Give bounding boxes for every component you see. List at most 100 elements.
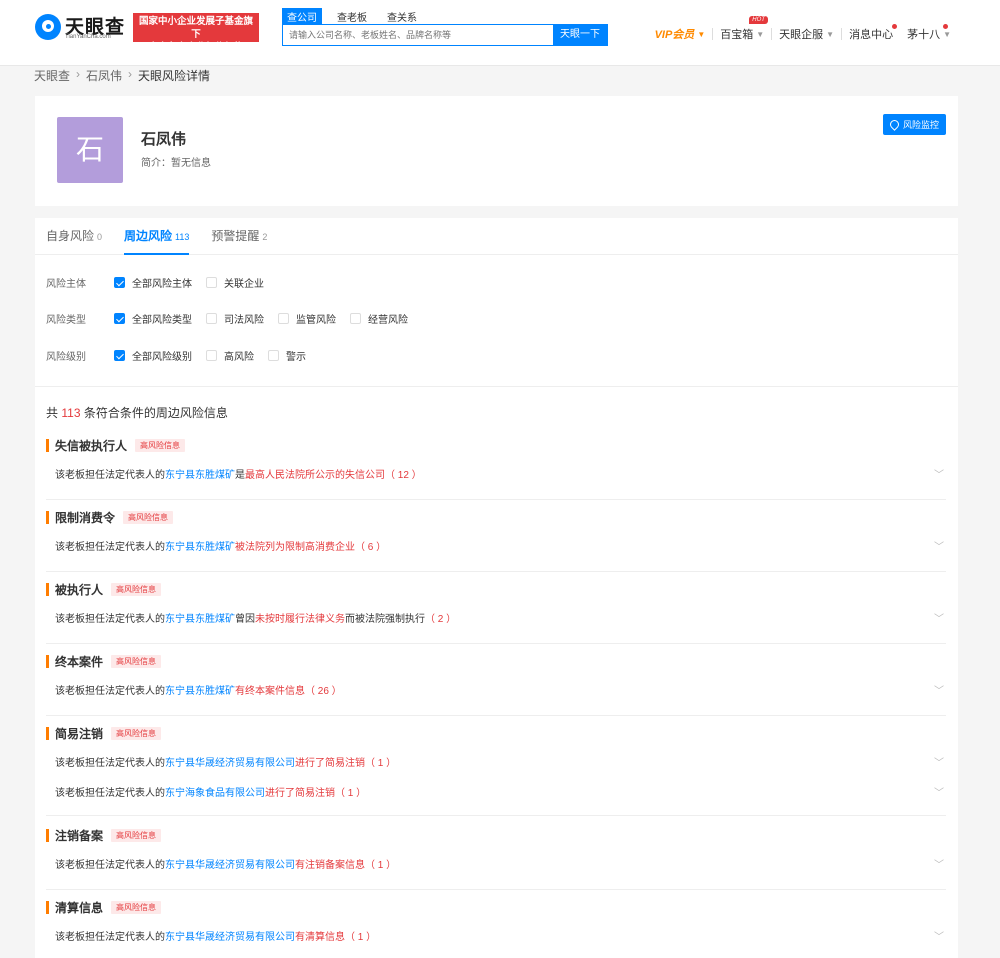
item-prefix: 该老板担任法定代表人的 — [55, 614, 165, 625]
checkbox-checked-icon[interactable] — [114, 277, 125, 288]
company-link[interactable]: 东宁县东胜煤矿 — [165, 542, 235, 553]
checkbox-icon[interactable] — [206, 277, 217, 288]
company-link[interactable]: 东宁县东胜煤矿 — [165, 470, 235, 481]
filter-option-judicial[interactable]: 司法风险 — [206, 311, 264, 326]
caret-down-icon: ▼ — [756, 29, 765, 39]
item-prefix: 该老板担任法定代表人的 — [55, 542, 165, 553]
filter-row-type: 风险类型 全部风险类型 司法风险 监管风险 经营风险 — [46, 311, 422, 326]
user-menu[interactable]: 茅十八 ▼ — [900, 24, 958, 42]
risk-section-consumption-limit: 限制消费令 高风险信息 该老板担任法定代表人的东宁县东胜煤矿被法院列为限制高消费企… — [46, 509, 946, 572]
risk-item[interactable]: 该老板担任法定代表人的东宁海象食品有限公司进行了简易注销（ 1 ） ﹀ — [46, 779, 946, 809]
breadcrumb: 天眼查 › 石凤伟 › 天眼风险详情 — [34, 67, 210, 84]
risk-item[interactable]: 该老板担任法定代表人的东宁县华晟经济贸易有限公司有注销备案信息（ 1 ） ﹀ — [46, 851, 946, 881]
filter-option-all-level[interactable]: 全部风险级别 — [114, 348, 192, 363]
risk-section-executed: 被执行人 高风险信息 该老板担任法定代表人的东宁县东胜煤矿曾因未按时履行法律义务而… — [46, 581, 946, 644]
tab-warning[interactable]: 预警提醒 2 — [211, 218, 267, 254]
breadcrumb-home[interactable]: 天眼查 — [34, 67, 70, 84]
search-tab-relation[interactable]: 查关系 — [382, 8, 422, 25]
company-link[interactable]: 东宁县华晟经济贸易有限公司 — [165, 860, 295, 871]
checkbox-icon[interactable] — [350, 313, 361, 324]
option-label: 警示 — [286, 352, 306, 363]
company-link[interactable]: 东宁海象食品有限公司 — [165, 788, 265, 799]
person-name: 石凤伟 — [141, 131, 187, 148]
baibao-menu[interactable]: 百宝箱 ▼ HOT — [713, 16, 771, 42]
tab-label: 自身风险 — [46, 229, 95, 243]
filter-label: 风险主体 — [46, 279, 86, 290]
section-name: 被执行人 — [55, 582, 104, 597]
search-input[interactable] — [283, 25, 553, 45]
risk-monitor-button[interactable]: 风险监控 — [882, 114, 946, 135]
risk-text: 未按时履行法律义务 — [255, 614, 345, 625]
section-marker — [46, 654, 49, 668]
company-link[interactable]: 东宁县东胜煤矿 — [165, 686, 235, 697]
search-button[interactable]: 天眼一下 — [553, 25, 607, 45]
option-label: 全部风险级别 — [132, 352, 192, 363]
risk-item[interactable]: 该老板担任法定代表人的东宁县东胜煤矿有终本案件信息（ 26 ） ﹀ — [46, 677, 946, 707]
risk-monitor-label: 风险监控 — [902, 120, 939, 130]
chevron-down-icon[interactable]: ﹀ — [934, 749, 944, 779]
risk-item[interactable]: 该老板担任法定代表人的东宁县东胜煤矿是最高人民法院所公示的失信公司（ 12 ） ﹀ — [46, 461, 946, 491]
search-tab-company[interactable]: 查公司 — [282, 8, 322, 25]
checkbox-icon[interactable] — [278, 313, 289, 324]
filter-option-warning[interactable]: 警示 — [268, 348, 306, 363]
section-title: 简易注销 高风险信息 — [46, 725, 946, 741]
tab-self-risk[interactable]: 自身风险 0 — [46, 218, 102, 254]
risk-count: （ 12 ） — [385, 470, 422, 481]
item-connector: 曾因 — [235, 614, 255, 625]
filter-option-high[interactable]: 高风险 — [206, 348, 254, 363]
chevron-down-icon[interactable]: ﹀ — [934, 533, 944, 563]
chevron-down-icon[interactable]: ﹀ — [934, 851, 944, 881]
chevron-down-icon[interactable]: ﹀ — [934, 461, 944, 491]
filter-label: 风险级别 — [46, 352, 86, 363]
checkbox-icon[interactable] — [206, 313, 217, 324]
risk-section-dishonest: 失信被执行人 高风险信息 该老板担任法定代表人的东宁县东胜煤矿是最高人民法院所公示… — [46, 437, 946, 500]
checkbox-checked-icon[interactable] — [114, 350, 125, 361]
high-risk-tag: 高风险信息 — [111, 582, 162, 596]
service-menu[interactable]: 天眼企服 ▼ — [772, 26, 841, 42]
badge-line-2: 官方备案企业征信机构 — [148, 42, 244, 53]
checkbox-icon[interactable] — [268, 350, 279, 361]
search-tab-boss[interactable]: 查老板 — [332, 8, 372, 25]
chevron-down-icon[interactable]: ﹀ — [934, 923, 944, 953]
logo[interactable]: 天眼查 TianYanCha.com — [35, 12, 125, 44]
risk-item[interactable]: 该老板担任法定代表人的东宁县华晟经济贸易有限公司有清算信息（ 1 ） ﹀ — [46, 923, 946, 953]
risk-text: 有终本案件信息 — [235, 686, 305, 697]
vip-menu[interactable]: VIP会员 ▼ — [648, 26, 713, 42]
filter-option-all-type[interactable]: 全部风险类型 — [114, 311, 192, 326]
notify-dot-icon — [943, 24, 948, 29]
company-link[interactable]: 东宁县东胜煤矿 — [165, 614, 235, 625]
filter-option-regulatory[interactable]: 监管风险 — [278, 311, 336, 326]
section-name: 清算信息 — [55, 900, 104, 915]
risk-tabs: 自身风险 0 周边风险 113 预警提醒 2 — [35, 218, 958, 255]
company-link[interactable]: 东宁县华晟经济贸易有限公司 — [165, 758, 295, 769]
chevron-down-icon[interactable]: ﹀ — [934, 605, 944, 635]
risk-text: 最高人民法院所公示的失信公司 — [245, 470, 385, 481]
option-label: 高风险 — [224, 352, 254, 363]
chevron-down-icon[interactable]: ﹀ — [934, 677, 944, 707]
filter-option-related[interactable]: 关联企业 — [206, 275, 264, 290]
message-center-link[interactable]: 消息中心 — [842, 24, 900, 42]
filter-option-all-subject[interactable]: 全部风险主体 — [114, 275, 192, 290]
tab-surrounding-risk[interactable]: 周边风险 113 — [124, 218, 190, 255]
chevron-down-icon[interactable]: ﹀ — [934, 779, 944, 809]
checkbox-icon[interactable] — [206, 350, 217, 361]
option-label: 司法风险 — [224, 315, 264, 326]
risk-count: （ 1 ） — [335, 788, 367, 799]
item-prefix: 该老板担任法定代表人的 — [55, 860, 165, 871]
filter-option-operating[interactable]: 经营风险 — [350, 311, 408, 326]
risk-item[interactable]: 该老板担任法定代表人的东宁县东胜煤矿曾因未按时履行法律义务而被法院强制执行（ 2… — [46, 605, 946, 635]
breadcrumb-person[interactable]: 石凤伟 — [86, 67, 122, 84]
section-marker — [46, 438, 49, 452]
checkbox-checked-icon[interactable] — [114, 313, 125, 324]
section-name: 失信被执行人 — [55, 438, 128, 453]
avatar: 石 — [57, 117, 123, 183]
section-divider — [46, 815, 946, 816]
company-link[interactable]: 东宁县华晟经济贸易有限公司 — [165, 932, 295, 943]
caret-down-icon: ▼ — [826, 29, 835, 39]
risk-item[interactable]: 该老板担任法定代表人的东宁县东胜煤矿被法院列为限制高消费企业（ 6 ） ﹀ — [46, 533, 946, 563]
high-risk-tag: 高风险信息 — [111, 726, 162, 740]
risk-item[interactable]: 该老板担任法定代表人的东宁县华晟经济贸易有限公司进行了简易注销（ 1 ） ﹀ — [46, 749, 946, 779]
search-box: 天眼一下 — [282, 24, 608, 46]
risk-text: 进行了简易注销 — [295, 758, 365, 769]
item-prefix: 该老板担任法定代表人的 — [55, 932, 165, 943]
